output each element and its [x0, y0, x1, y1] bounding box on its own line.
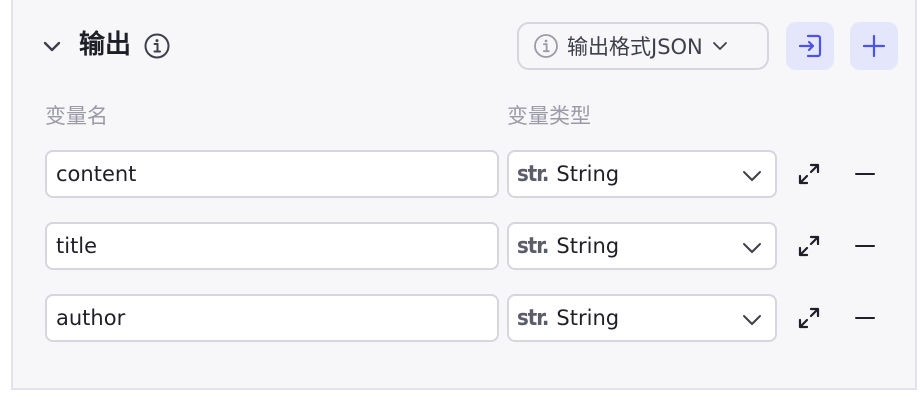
output-row: str. String: [13, 150, 915, 198]
type-prefix-icon: str.: [517, 305, 549, 331]
type-prefix-icon: str.: [517, 233, 549, 259]
column-header-type: 变量类型: [507, 104, 591, 128]
expand-icon: [798, 235, 820, 257]
variable-name-input[interactable]: [45, 294, 499, 342]
chevron-down-icon: [743, 171, 761, 181]
remove-row-button[interactable]: [851, 304, 879, 332]
import-icon: [798, 34, 822, 58]
minus-icon: [855, 317, 875, 319]
info-icon: [534, 34, 558, 58]
chevron-down-icon: [743, 315, 761, 325]
minus-icon: [855, 173, 875, 175]
chevron-down-icon: [43, 41, 61, 52]
output-format-label: 输出格式JSON: [567, 35, 703, 59]
type-label: String: [556, 162, 620, 186]
output-panel: 输出 输出格式JSON 变量名 变量类型 content str. String…: [11, 0, 917, 390]
import-button[interactable]: [786, 22, 834, 70]
expand-icon: [798, 163, 820, 185]
info-icon[interactable]: [143, 32, 171, 60]
expand-button[interactable]: [795, 304, 823, 332]
variable-name-input[interactable]: [45, 150, 499, 198]
chevron-down-icon: [743, 243, 761, 253]
section-title: 输出: [79, 30, 132, 60]
variable-type-select[interactable]: str. String: [507, 222, 777, 270]
output-row: str. String: [13, 222, 915, 270]
output-format-button[interactable]: 输出格式JSON: [517, 22, 769, 70]
expand-icon: [798, 307, 820, 329]
plus-icon: [862, 34, 886, 58]
chevron-down-icon: [712, 42, 727, 50]
expand-button[interactable]: [795, 232, 823, 260]
expand-button[interactable]: [795, 160, 823, 188]
minus-icon: [855, 245, 875, 247]
column-header-name: 变量名: [45, 104, 108, 128]
type-label: String: [556, 234, 620, 258]
remove-row-button[interactable]: [851, 232, 879, 260]
type-prefix-icon: str.: [517, 161, 549, 187]
output-row: str. String: [13, 294, 915, 342]
variable-name-input[interactable]: [45, 222, 499, 270]
collapse-toggle[interactable]: [39, 33, 65, 59]
variable-type-select[interactable]: str. String: [507, 294, 777, 342]
output-header: 输出 输出格式JSON: [13, 20, 915, 72]
remove-row-button[interactable]: [851, 160, 879, 188]
add-output-button[interactable]: [850, 22, 898, 70]
variable-type-select[interactable]: str. String: [507, 150, 777, 198]
type-label: String: [556, 306, 620, 330]
